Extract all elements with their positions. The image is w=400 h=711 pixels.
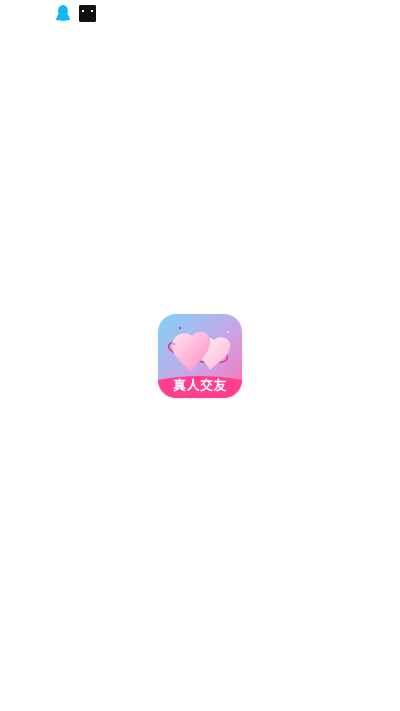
qq-penguin-icon [54, 4, 72, 22]
splash-screen: 真人交友 [0, 28, 400, 711]
app-icon-label: 真人交友 [172, 379, 227, 394]
app-icon[interactable]: 真人交友 [158, 314, 242, 398]
status-bar [0, 0, 400, 28]
terminal-icon [79, 5, 96, 22]
